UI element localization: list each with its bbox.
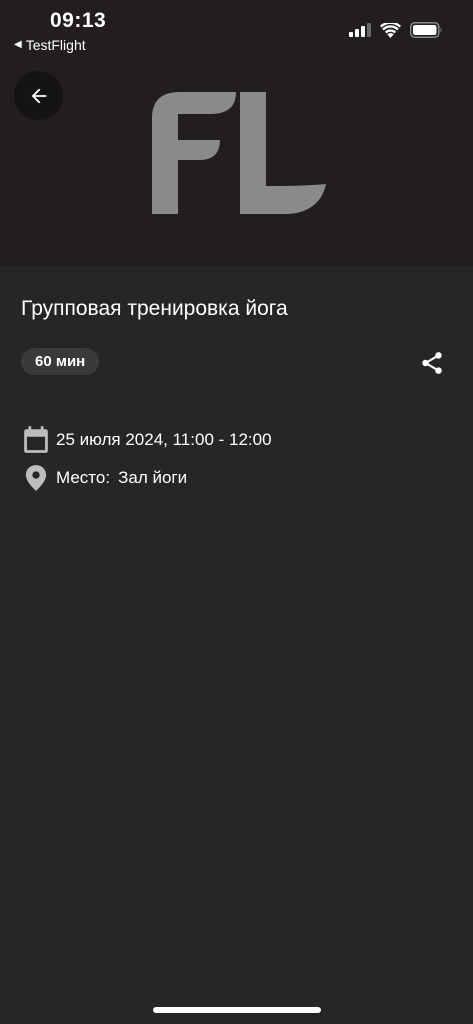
event-content: Групповая тренировка йога 60 мин 25 июля… (0, 266, 473, 1024)
share-icon (422, 352, 442, 374)
status-bar: 09:13 ◀ TestFlight (0, 0, 473, 60)
event-detail-screen: 09:13 ◀ TestFlight Групповая тренировка … (0, 0, 473, 1024)
event-hero: 09:13 ◀ TestFlight (0, 0, 473, 266)
status-icons (349, 22, 443, 38)
calendar-icon (22, 426, 50, 454)
status-time: 09:13 (50, 9, 107, 32)
event-title: Групповая тренировка йога (21, 297, 288, 320)
battery-icon (410, 22, 442, 38)
location-pin-icon (22, 464, 50, 492)
signal-icon (349, 23, 371, 37)
event-place-value: Зал йоги (118, 468, 188, 487)
event-date-row: 25 июля 2024, 11:00 - 12:00 (22, 426, 272, 454)
event-place-row: Место: Зал йоги (22, 464, 187, 492)
back-triangle-icon: ◀ (14, 39, 22, 50)
wifi-icon (380, 22, 401, 38)
back-to-app-label: TestFlight (25, 37, 86, 53)
share-button[interactable] (417, 348, 447, 378)
arrow-left-icon (31, 88, 46, 103)
back-button[interactable] (14, 71, 63, 120)
back-to-app-link[interactable]: ◀ TestFlight (14, 37, 86, 53)
duration-badge: 60 мин (21, 348, 100, 375)
brand-logo-icon (152, 92, 326, 214)
home-indicator[interactable] (153, 1007, 321, 1013)
event-date-text: 25 июля 2024, 11:00 - 12:00 (56, 430, 272, 449)
event-place-label: Место: (56, 468, 111, 487)
